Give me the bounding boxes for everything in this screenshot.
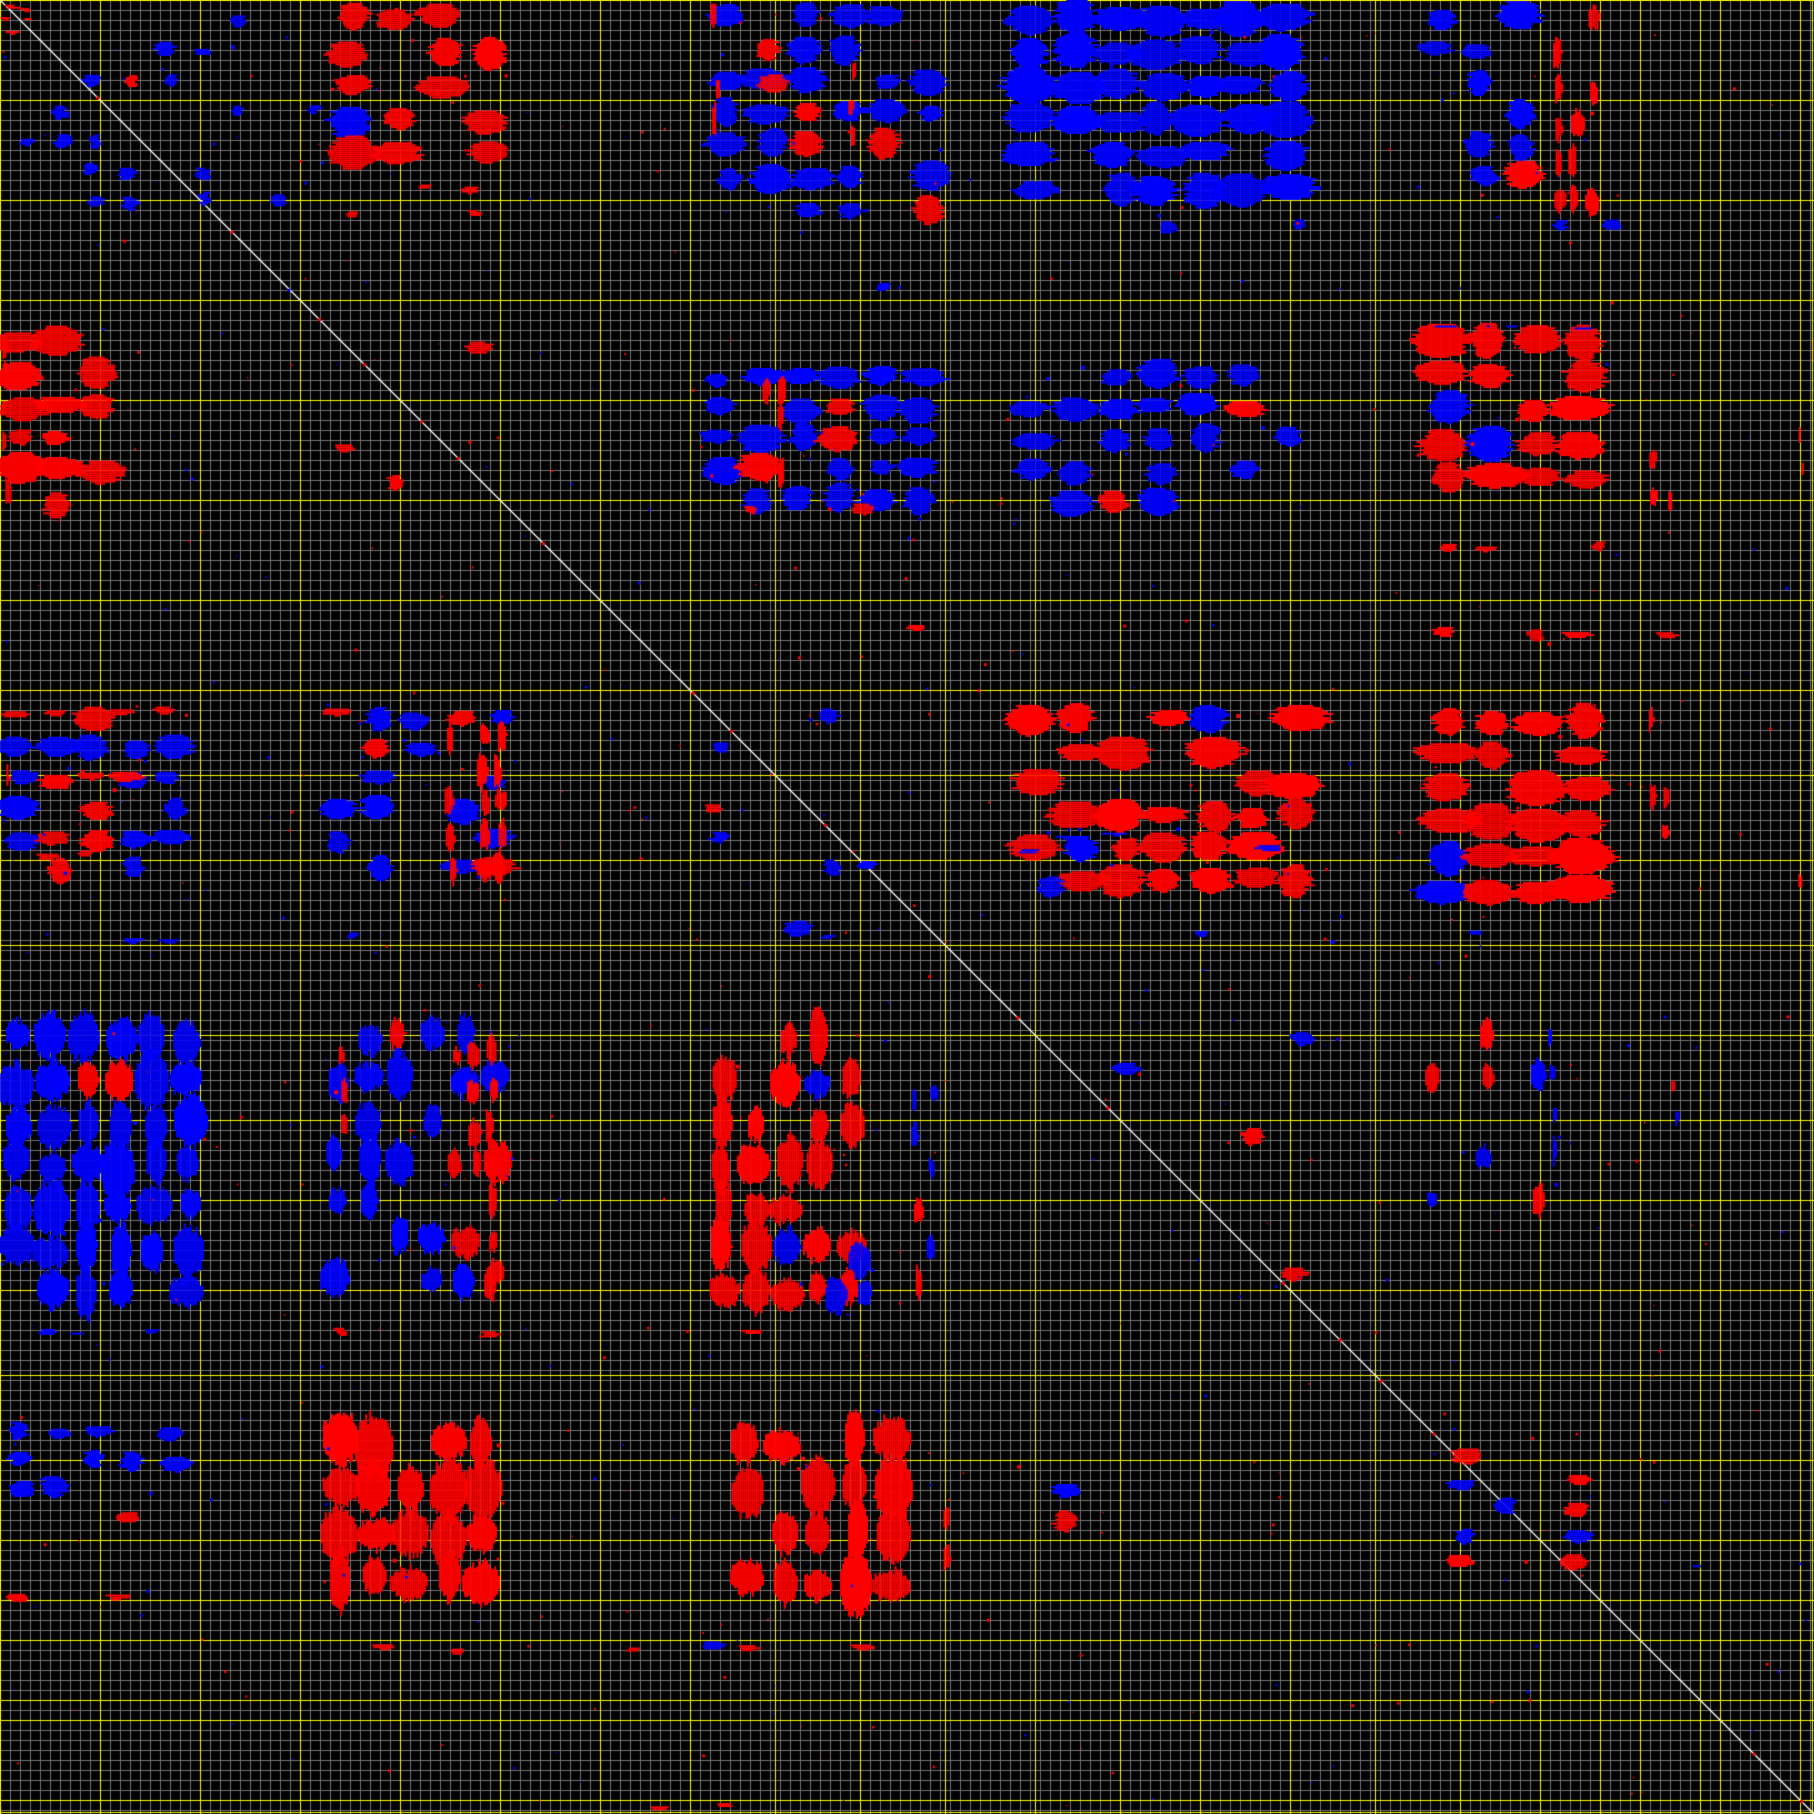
dot-plot-canvas [0, 0, 1814, 1814]
dot-plot-figure [0, 0, 1814, 1814]
